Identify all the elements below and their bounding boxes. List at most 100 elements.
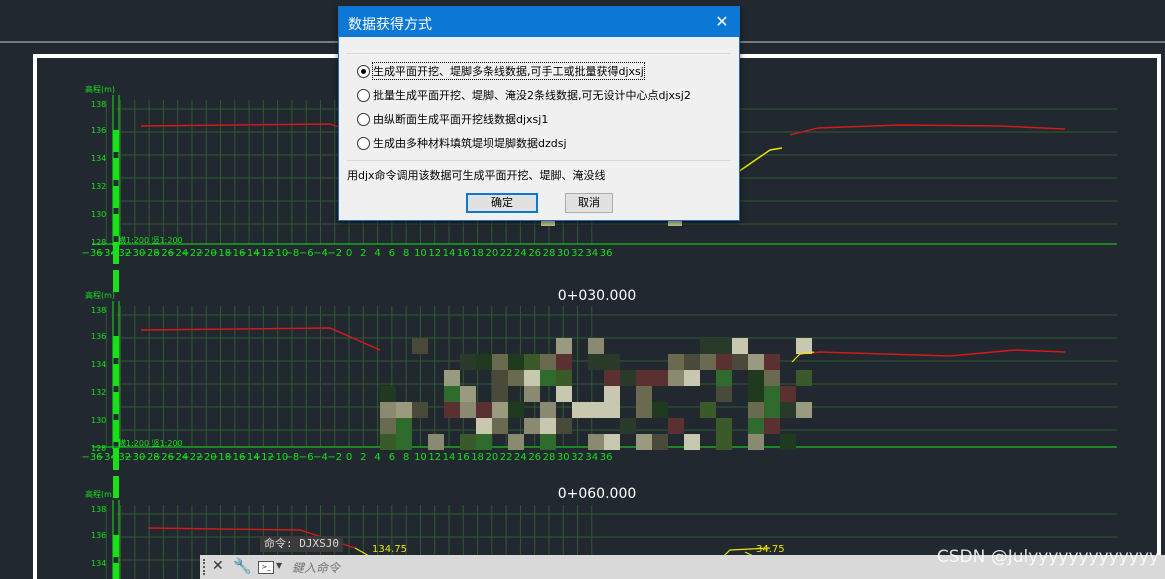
x-tick-label: 16 bbox=[457, 248, 470, 259]
ok-button[interactable]: 确定 bbox=[466, 193, 538, 213]
watermark: CSDN @Julyyyyyyyyyyyyy bbox=[936, 547, 1159, 567]
x-tick-label: 22 bbox=[500, 452, 513, 463]
mosaic-tile bbox=[764, 418, 780, 434]
mosaic-tile bbox=[476, 354, 492, 370]
command-history: 命令: DJXSJ0 bbox=[260, 536, 343, 552]
mosaic-tile bbox=[652, 370, 668, 386]
y-tick-label: 130 bbox=[91, 416, 106, 425]
mosaic-tile bbox=[476, 402, 492, 418]
mosaic-tile bbox=[716, 418, 732, 434]
mosaic-tile bbox=[748, 354, 764, 370]
x-tick-label: 0 bbox=[346, 452, 352, 463]
cancel-button[interactable]: 取消 bbox=[565, 193, 613, 213]
mosaic-tile bbox=[460, 354, 476, 370]
mosaic-tile bbox=[476, 434, 492, 450]
mosaic-tile bbox=[604, 402, 620, 418]
wrench-icon[interactable]: 🔧 bbox=[233, 557, 252, 575]
x-tick-label: 22 bbox=[500, 248, 513, 259]
x-tick-label: 20 bbox=[485, 452, 498, 463]
x-tick-label: 30 bbox=[557, 248, 570, 259]
x-tick-label: 2 bbox=[360, 248, 366, 259]
option-djxsj1[interactable]: 由纵断面生成平面开挖线数据djxsj1 bbox=[357, 109, 548, 129]
x-tick-label: 18 bbox=[471, 248, 484, 259]
dialog-titlebar[interactable]: 数据获得方式 ✕ bbox=[339, 7, 739, 37]
mosaic-tile bbox=[604, 386, 620, 402]
x-tick-label: 2 bbox=[360, 452, 366, 463]
mosaic-tile bbox=[556, 354, 572, 370]
close-icon[interactable]: ✕ bbox=[212, 558, 224, 574]
y-axis-label: 高程(m) bbox=[85, 489, 115, 499]
mosaic-tile bbox=[796, 370, 812, 386]
x-tick-label: 26 bbox=[528, 248, 541, 259]
x-tick-label: 24 bbox=[514, 248, 527, 259]
close-icon[interactable]: ✕ bbox=[705, 7, 739, 37]
mosaic-tile bbox=[620, 370, 636, 386]
x-tick-label: 10 bbox=[414, 452, 427, 463]
mosaic-tile bbox=[412, 338, 428, 354]
x-tick-label: 36 bbox=[600, 452, 613, 463]
option-label: 由纵断面生成平面开挖线数据djxsj1 bbox=[373, 113, 549, 126]
mosaic-tile bbox=[796, 338, 812, 354]
x-tick-label: 8 bbox=[403, 452, 409, 463]
mosaic-tile bbox=[508, 354, 524, 370]
mosaic-tile bbox=[492, 402, 508, 418]
elevation-bar bbox=[113, 270, 119, 292]
chevron-down-icon[interactable]: ▼ bbox=[276, 561, 282, 570]
radio-button[interactable] bbox=[357, 112, 370, 126]
elevation-bar bbox=[113, 214, 119, 236]
mosaic-tile bbox=[508, 370, 524, 386]
mosaic-tile bbox=[444, 386, 460, 402]
mosaic-tile bbox=[380, 418, 396, 434]
section-title: 0+060.000 bbox=[558, 486, 637, 502]
x-tick-label: 12 bbox=[428, 248, 441, 259]
mosaic-tile bbox=[748, 402, 764, 418]
mosaic-tile bbox=[764, 370, 780, 386]
y-axis-label: 高程(m) bbox=[85, 290, 115, 300]
dialog-hint: 用djx命令调用该数据可生成平面开挖、堤脚、淹没线 bbox=[347, 169, 606, 182]
mosaic-tile bbox=[780, 386, 796, 402]
x-tick-label: 14 bbox=[443, 248, 456, 259]
scale-label: 横1:200 竖1:200 bbox=[118, 235, 183, 245]
radio-button[interactable] bbox=[357, 136, 370, 150]
radio-button[interactable] bbox=[357, 88, 370, 102]
mosaic-tile bbox=[492, 354, 508, 370]
x-tick-label: −6 bbox=[299, 248, 314, 259]
elevation-bar bbox=[113, 130, 119, 152]
x-tick-label: 6 bbox=[389, 452, 395, 463]
y-tick-label: 138 bbox=[91, 306, 106, 315]
y-tick-label: 138 bbox=[91, 505, 106, 514]
prompt-icon[interactable]: >_ bbox=[258, 561, 274, 574]
mosaic-tile bbox=[620, 418, 636, 434]
x-tick-label: 6 bbox=[389, 248, 395, 259]
option-djxsj2[interactable]: 批量生成平面开挖、堤脚、淹没2条线数据,可无设计中心点djxsj2 bbox=[357, 85, 691, 105]
x-tick-label: 0 bbox=[346, 248, 352, 259]
mosaic-tile bbox=[556, 386, 572, 402]
x-tick-label: 32 bbox=[571, 248, 584, 259]
mosaic-tile bbox=[716, 354, 732, 370]
mosaic-tile bbox=[748, 418, 764, 434]
scale-label: 横1:200 竖1:200 bbox=[118, 438, 183, 448]
mosaic-tile bbox=[700, 354, 716, 370]
x-tick-label: −4 bbox=[313, 248, 328, 259]
radio-button[interactable] bbox=[357, 64, 370, 78]
mosaic-tile bbox=[764, 354, 780, 370]
option-djxsj[interactable]: 生成平面开挖、堤脚多条线数据,可手工或批量获得djxsj bbox=[357, 61, 645, 81]
elevation-annotation: 134.75 bbox=[372, 544, 407, 555]
data-source-dialog: 数据获得方式 ✕ 生成平面开挖、堤脚多条线数据,可手工或批量获得djxsj 批量… bbox=[338, 6, 740, 221]
x-tick-label: 36 bbox=[600, 248, 613, 259]
drag-grip[interactable] bbox=[203, 559, 209, 575]
command-input[interactable] bbox=[290, 558, 894, 578]
x-tick-label: −2 bbox=[327, 248, 342, 259]
mosaic-tile bbox=[556, 418, 572, 434]
x-tick-label: −8 bbox=[285, 452, 300, 463]
option-dzdsj[interactable]: 生成由多种材料填筑堤坝堤脚数据dzdsj bbox=[357, 133, 567, 153]
y-tick-label: 128 bbox=[91, 238, 106, 247]
option-label: 生成平面开挖、堤脚多条线数据,可手工或批量获得djxsj bbox=[372, 62, 645, 80]
mosaic-tile bbox=[604, 434, 620, 450]
mosaic-tile bbox=[444, 402, 460, 418]
x-tick-label: 34 bbox=[585, 248, 598, 259]
mosaic-tile bbox=[556, 338, 572, 354]
mosaic-tile bbox=[524, 370, 540, 386]
x-tick-label: 24 bbox=[514, 452, 527, 463]
y-tick-label: 134 bbox=[91, 360, 106, 369]
